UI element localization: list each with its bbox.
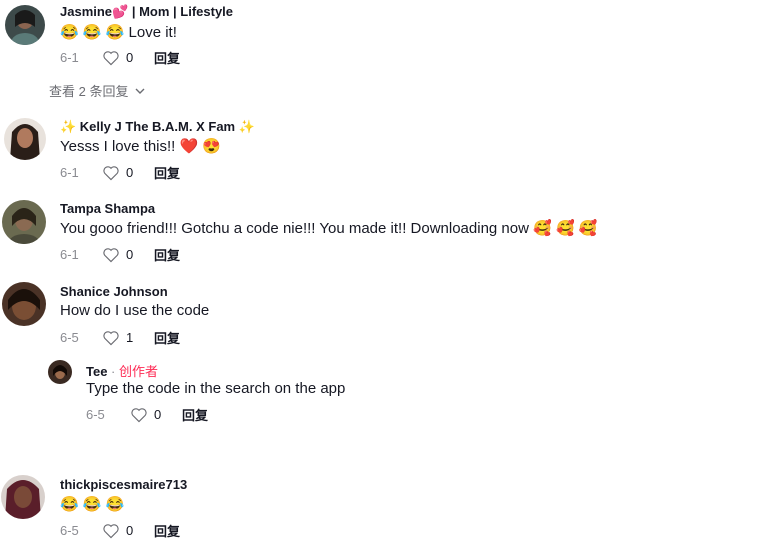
- reply-username[interactable]: Tee: [86, 364, 107, 379]
- view-replies-label: 查看 2 条回复: [49, 84, 129, 99]
- like-count: 0: [126, 165, 134, 180]
- reply-username-line: Tee · 创作者: [86, 361, 158, 380]
- comment-meta: 6-5 1 回复: [60, 328, 180, 347]
- comment-text: How do I use the code: [60, 302, 210, 319]
- view-replies-button[interactable]: 查看 2 条回复: [49, 81, 146, 100]
- like-button[interactable]: 0: [102, 523, 154, 539]
- comment-text: You gooo friend!!! Gotchu a code nie!!! …: [60, 220, 598, 237]
- like-button[interactable]: 0: [102, 50, 154, 66]
- reply-button[interactable]: 回复: [154, 328, 180, 347]
- reply-button[interactable]: 回复: [182, 405, 208, 424]
- avatar[interactable]: [2, 200, 46, 244]
- comment-meta: 6-5 0 回复: [60, 521, 180, 540]
- creator-badge: 创作者: [119, 364, 159, 379]
- comment-text: 😂 😂 😂 Love it!: [60, 24, 177, 41]
- like-button[interactable]: 0: [102, 247, 154, 263]
- comment-date: 6-5: [60, 330, 79, 345]
- reply-button[interactable]: 回复: [154, 245, 180, 264]
- heart-outline-icon: [103, 523, 119, 538]
- comment-username[interactable]: Tampa Shampa: [60, 201, 155, 216]
- like-count: 0: [126, 247, 134, 262]
- heart-outline-icon: [103, 165, 119, 180]
- like-button[interactable]: 0: [102, 165, 154, 181]
- comment-meta: 6-1 0 回复: [60, 245, 180, 264]
- avatar[interactable]: [4, 118, 46, 160]
- avatar[interactable]: [1, 475, 45, 519]
- comment-date: 6-1: [60, 50, 79, 65]
- avatar[interactable]: [2, 282, 46, 326]
- comment-date: 6-1: [60, 165, 79, 180]
- heart-outline-icon: [103, 247, 119, 262]
- comment-date: 6-5: [60, 523, 79, 538]
- like-button[interactable]: 0: [130, 407, 182, 423]
- separator: ·: [107, 364, 119, 379]
- comment-meta: 6-1 0 回复: [60, 163, 180, 182]
- reply-button[interactable]: 回复: [154, 48, 180, 67]
- comment-username[interactable]: Jasmine💕 | Mom | Lifestyle: [60, 4, 233, 20]
- comment-username[interactable]: thickpiscesmaire713: [60, 477, 187, 492]
- comment-text: 😂 😂 😂: [60, 496, 125, 513]
- heart-outline-icon: [131, 407, 147, 422]
- heart-outline-icon: [103, 50, 119, 65]
- avatar[interactable]: [48, 360, 72, 384]
- like-button[interactable]: 1: [102, 330, 154, 346]
- chevron-down-icon: [135, 88, 145, 94]
- comment-date: 6-1: [60, 247, 79, 262]
- heart-outline-icon: [103, 330, 119, 345]
- reply-item: Tee · 创作者 Type the code in the search on…: [0, 358, 775, 428]
- comment-username[interactable]: ✨ Kelly J The B.A.M. X Fam ✨: [60, 119, 255, 135]
- reply-button[interactable]: 回复: [154, 163, 180, 182]
- like-count: 0: [154, 407, 162, 422]
- reply-meta: 6-5 0 回复: [86, 405, 208, 424]
- like-count: 0: [126, 50, 134, 65]
- avatar[interactable]: [5, 5, 45, 45]
- like-count: 0: [126, 523, 134, 538]
- reply-button[interactable]: 回复: [154, 521, 180, 540]
- reply-date: 6-5: [86, 407, 105, 422]
- comment-text: Yesss I love this!! ❤️ 😍: [60, 138, 222, 155]
- comment-meta: 6-1 0 回复: [60, 48, 180, 67]
- comment-username[interactable]: Shanice Johnson: [60, 284, 168, 299]
- like-count: 1: [126, 330, 134, 345]
- reply-text: Type the code in the search on the app: [86, 380, 346, 397]
